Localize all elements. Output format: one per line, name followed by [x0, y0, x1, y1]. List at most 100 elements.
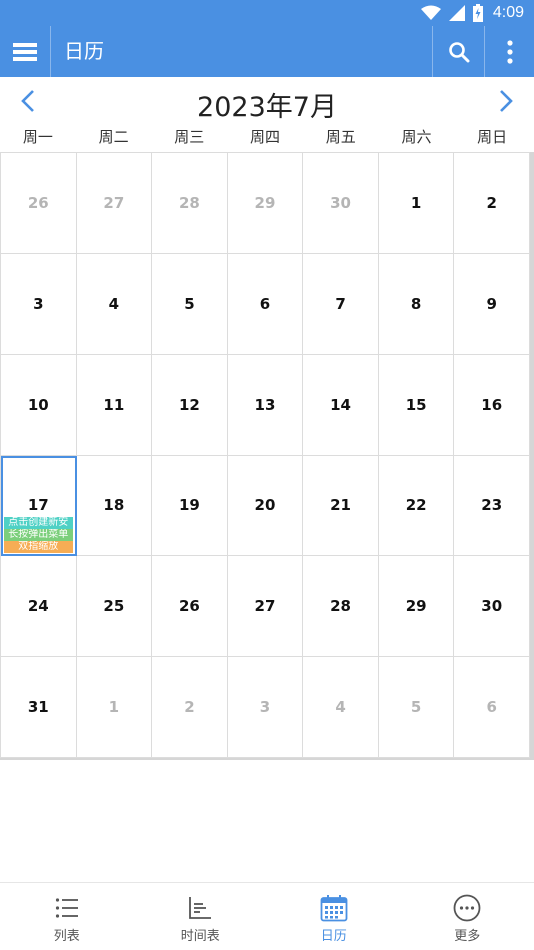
- day-number: 25: [103, 597, 125, 616]
- day-number: 26: [27, 193, 49, 212]
- calendar-day[interactable]: 4: [76, 253, 153, 355]
- app-bar: 日历: [0, 26, 534, 77]
- calendar-day[interactable]: 15: [378, 354, 455, 456]
- calendar-day[interactable]: 1: [378, 153, 455, 254]
- weekday-label: 周三: [174, 128, 205, 146]
- calendar-day[interactable]: 30: [454, 556, 530, 658]
- calendar-day[interactable]: 2: [152, 657, 228, 758]
- calendar-day[interactable]: 4: [303, 657, 379, 758]
- day-number: 17: [27, 496, 49, 515]
- calendar-day[interactable]: 7: [303, 253, 379, 355]
- day-number: 26: [178, 597, 200, 616]
- day-number: 23: [481, 496, 503, 515]
- calendar-day[interactable]: 27: [76, 153, 153, 254]
- day-number: 21: [330, 496, 351, 515]
- calendar-day[interactable]: 25: [76, 556, 153, 658]
- tab-calendar[interactable]: 日历: [267, 883, 401, 950]
- day-number: 7: [335, 294, 346, 313]
- day-number: 27: [103, 193, 125, 212]
- day-number: 18: [103, 496, 125, 515]
- calendar-day[interactable]: 28: [152, 153, 228, 254]
- weekday-label: 周四: [250, 128, 281, 146]
- day-number: 1: [410, 193, 422, 212]
- calendar-day[interactable]: 24: [1, 556, 77, 658]
- weekday-label: 周二: [98, 128, 129, 146]
- month-title: 2023年7月: [197, 92, 337, 123]
- calendar-day[interactable]: 18: [76, 455, 153, 557]
- calendar-day[interactable]: 31: [1, 657, 77, 758]
- calendar-day[interactable]: 9: [454, 253, 530, 355]
- overflow-menu-button[interactable]: [485, 26, 534, 77]
- calendar-day[interactable]: 3: [227, 657, 304, 758]
- weekday-label: 周日: [477, 128, 508, 146]
- tab-list[interactable]: 列表: [0, 883, 134, 950]
- day-number: 27: [254, 597, 276, 616]
- calendar-day[interactable]: 29: [227, 153, 304, 254]
- day-number: 14: [330, 395, 351, 414]
- calendar-day[interactable]: 1: [76, 657, 153, 758]
- calendar-day[interactable]: 2: [454, 153, 530, 254]
- calendar-day[interactable]: 26: [1, 153, 77, 254]
- weekday-label: 周五: [325, 128, 356, 146]
- calendar-day[interactable]: 28: [303, 556, 379, 658]
- calendar-day[interactable]: 11: [76, 354, 153, 456]
- more-vert-icon: [506, 39, 513, 64]
- calendar-day[interactable]: 6: [227, 253, 304, 355]
- calendar-day[interactable]: 5: [378, 657, 455, 758]
- day-number: 28: [178, 193, 200, 212]
- day-number: 4: [335, 698, 346, 717]
- weekday-label: 周一: [22, 128, 53, 146]
- status-bar: 4:09: [0, 0, 534, 26]
- day-number: 15: [405, 395, 427, 414]
- calendar-day[interactable]: 12: [152, 354, 228, 456]
- day-number: 3: [259, 698, 271, 717]
- calendar-day[interactable]: 19: [152, 455, 228, 557]
- calendar-day[interactable]: 16: [454, 354, 530, 456]
- day-number: 30: [481, 597, 503, 616]
- calendar-day[interactable]: 6: [454, 657, 530, 758]
- day-number: 29: [254, 193, 276, 212]
- weekday-label: 周六: [401, 128, 432, 146]
- day-number: 6: [259, 294, 271, 313]
- calendar-day[interactable]: 14: [303, 354, 379, 456]
- tab-label: 列表: [53, 929, 80, 944]
- status-time: 4:09: [492, 4, 524, 21]
- day-number: 2: [486, 193, 497, 212]
- calendar-day[interactable]: 5: [152, 253, 228, 355]
- search-button[interactable]: [433, 26, 484, 77]
- grid-divider: [0, 758, 534, 760]
- page-title: 日历: [64, 39, 104, 63]
- hamburger-menu-icon: [13, 42, 37, 61]
- day-number: 20: [254, 496, 276, 515]
- day-number: 1: [108, 698, 120, 717]
- tab-more[interactable]: 更多: [401, 883, 534, 950]
- battery-icon: [472, 4, 483, 22]
- calendar-day[interactable]: 21: [303, 455, 379, 557]
- wifi-icon: [420, 5, 441, 20]
- calendar-day[interactable]: 10: [1, 354, 77, 456]
- hint-label: 点击创建新安: [4, 517, 73, 530]
- day-number: 22: [405, 496, 427, 515]
- calendar-day[interactable]: 3: [1, 253, 77, 355]
- calendar-day[interactable]: 20: [227, 455, 304, 557]
- chevron-right-icon: [500, 90, 513, 112]
- calendar-day[interactable]: 27: [227, 556, 304, 658]
- calendar-day-today[interactable]: 17 点击创建新安 长按弹出菜单 双指缩放: [1, 455, 77, 557]
- calendar-day[interactable]: 13: [227, 354, 304, 456]
- calendar-day[interactable]: 26: [152, 556, 228, 658]
- weekday-header: 周一 周二 周三 周四 周五 周六 周日: [0, 125, 530, 153]
- tab-label: 更多: [454, 929, 481, 944]
- day-number: 5: [184, 294, 195, 313]
- calendar-day[interactable]: 29: [378, 556, 455, 658]
- bottom-navigation: 列表 时间表 日历 更多: [0, 882, 534, 950]
- hint-label: 长按弹出菜单: [4, 529, 73, 542]
- tab-timeline[interactable]: 时间表: [134, 883, 268, 950]
- calendar-day[interactable]: 23: [454, 455, 530, 557]
- calendar-day[interactable]: 30: [303, 153, 379, 254]
- calendar-day[interactable]: 8: [378, 253, 455, 355]
- calendar-day[interactable]: 22: [378, 455, 455, 557]
- day-number: 9: [486, 294, 497, 313]
- next-month-button[interactable]: [490, 85, 522, 117]
- menu-button[interactable]: [0, 26, 50, 77]
- day-number: 11: [103, 395, 125, 414]
